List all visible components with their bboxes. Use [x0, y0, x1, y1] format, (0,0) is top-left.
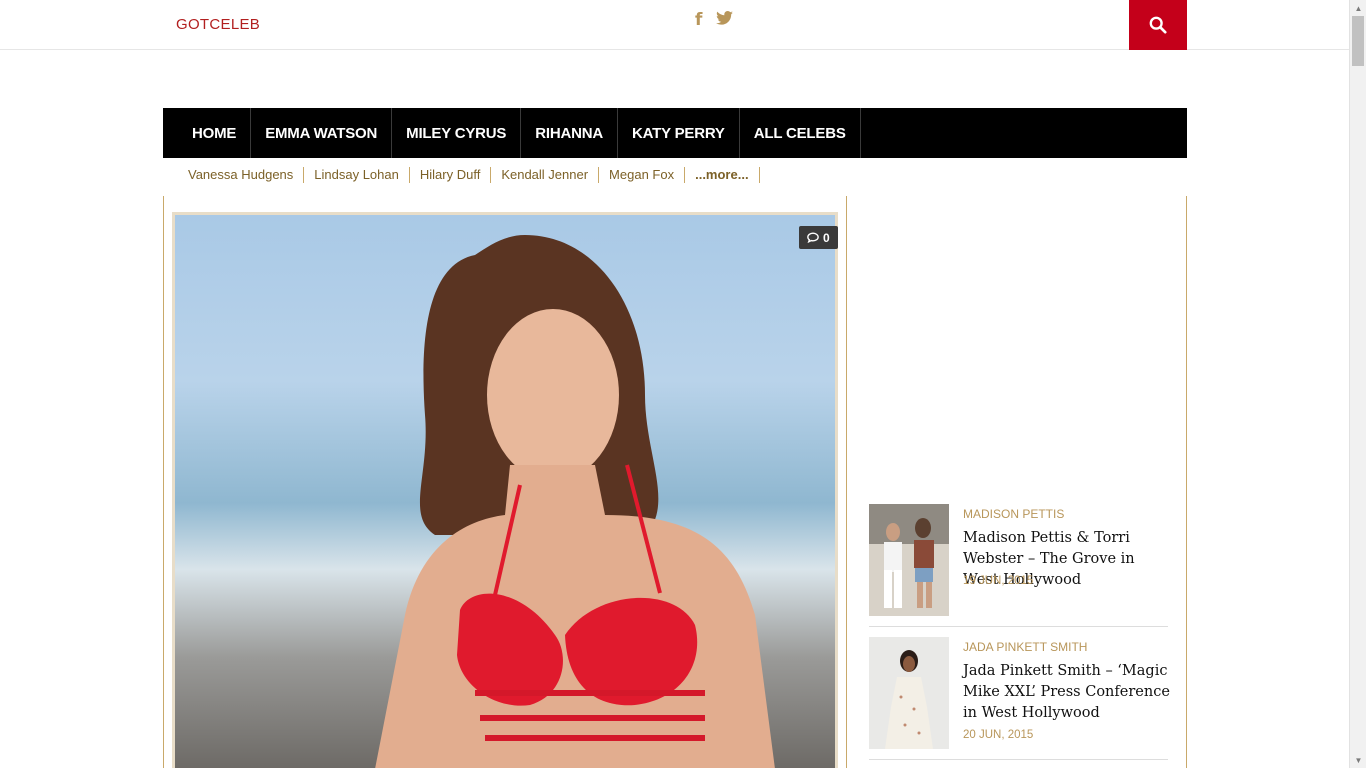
comment-count: 0 [823, 230, 830, 245]
post-thumbnail[interactable] [869, 637, 949, 749]
main-nav: HOME EMMA WATSON MILEY CYRUS RIHANNA KAT… [163, 108, 1187, 158]
social-links: f [695, 10, 734, 30]
post-date: 19 JUN, 2015 [963, 575, 1034, 587]
subnav-megan-fox[interactable]: Megan Fox [599, 167, 686, 183]
post-category[interactable]: MADISON PETTIS [963, 507, 1064, 521]
featured-image[interactable] [172, 212, 838, 768]
nav-katy-perry[interactable]: KATY PERRY [618, 108, 740, 158]
nav-all-celebs[interactable]: ALL CELEBS [740, 108, 861, 158]
search-icon [1149, 16, 1167, 34]
sidebar-post: MADISON PETTIS Madison Pettis & Torri We… [869, 504, 1168, 628]
site-logo[interactable]: GOTCELEB [176, 16, 260, 33]
scroll-down-icon[interactable]: ▼ [1350, 752, 1366, 768]
featured-photo [175, 215, 835, 768]
post-date: 20 JUN, 2015 [963, 729, 1034, 741]
twitter-icon[interactable] [716, 10, 734, 30]
facebook-icon[interactable]: f [695, 10, 702, 30]
comment-count-badge[interactable]: 0 [799, 226, 838, 249]
search-button[interactable] [1129, 0, 1187, 50]
nav-home[interactable]: HOME [163, 108, 252, 158]
top-bar: GOTCELEB f [0, 0, 1349, 50]
subnav-vanessa-hudgens[interactable]: Vanessa Hudgens [188, 167, 305, 183]
subnav-kendall-jenner[interactable]: Kendall Jenner [491, 167, 600, 183]
post-divider [869, 626, 1168, 627]
nav-miley-cyrus[interactable]: MILEY CYRUS [392, 108, 522, 158]
post-category[interactable]: JADA PINKETT SMITH [963, 640, 1087, 654]
nav-emma-watson[interactable]: EMMA WATSON [251, 108, 393, 158]
post-title[interactable]: Jada Pinkett Smith – ‘Magic Mike XXL’ Pr… [963, 661, 1173, 724]
nav-rihanna[interactable]: RIHANNA [521, 108, 618, 158]
post-thumbnail[interactable] [869, 504, 949, 616]
scroll-up-icon[interactable]: ▲ [1350, 0, 1366, 16]
post-divider [869, 759, 1168, 760]
page-scrollbar[interactable]: ▲ ▼ [1349, 0, 1366, 768]
column-divider [846, 196, 847, 768]
comment-icon [807, 232, 819, 243]
subnav-more-link[interactable]: ...more... [685, 167, 760, 183]
scroll-thumb[interactable] [1352, 16, 1364, 66]
sub-nav: Vanessa Hudgens Lindsay Lohan Hilary Duf… [188, 167, 760, 183]
subnav-hilary-duff[interactable]: Hilary Duff [410, 167, 492, 183]
subnav-lindsay-lohan[interactable]: Lindsay Lohan [304, 167, 410, 183]
sidebar-post: JADA PINKETT SMITH Jada Pinkett Smith – … [869, 637, 1170, 761]
